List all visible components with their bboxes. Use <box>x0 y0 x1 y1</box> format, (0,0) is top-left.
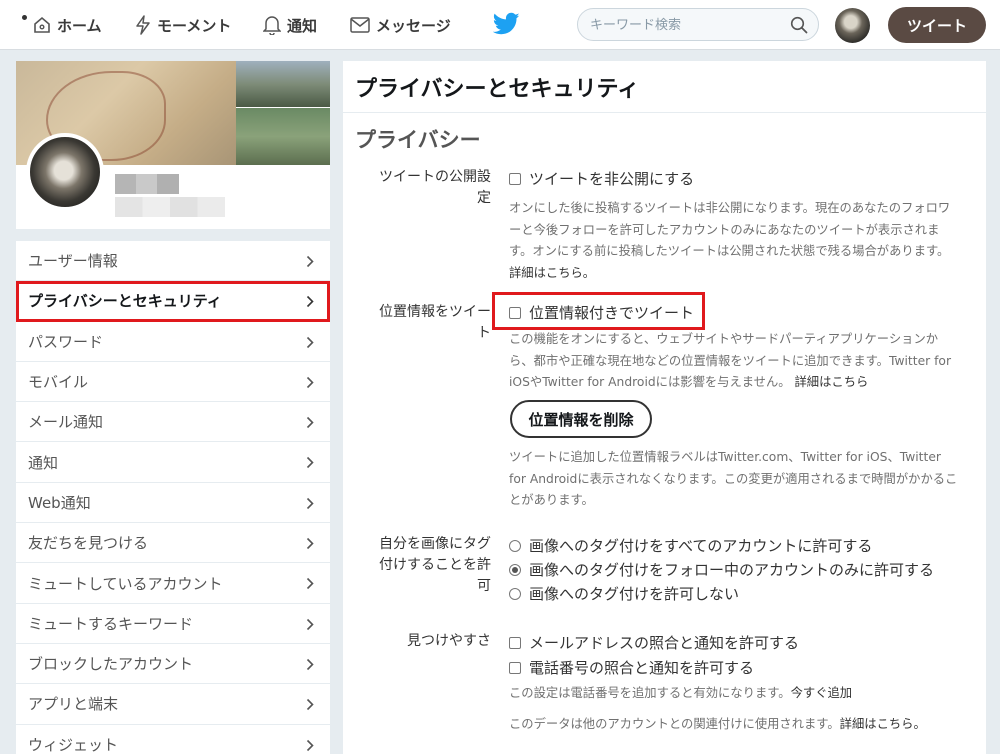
learn-more-link[interactable]: 詳細はこちら。 <box>840 717 926 731</box>
photo-tagging-label: 自分を画像にタグ 付けすることを許 可 <box>379 536 491 594</box>
checkbox[interactable] <box>509 636 521 649</box>
section-title-privacy: プライバシー <box>355 128 481 152</box>
sidebar-item-apps-devices[interactable]: アプリと端末 <box>16 684 330 725</box>
sidebar-item-label: ユーザー情報 <box>28 252 118 271</box>
nav-moments-label: モーメント <box>157 16 232 35</box>
learn-more-link[interactable]: 詳細はこちら <box>795 375 869 389</box>
sidebar-item-account[interactable]: ユーザー情報 <box>16 241 330 282</box>
chevron-right-icon <box>306 578 314 590</box>
tweet-with-location-checkbox[interactable]: 位置情報付きでツイート <box>509 302 694 323</box>
blurred-username <box>115 197 225 217</box>
chevron-right-icon <box>306 336 314 348</box>
twitter-bird-icon[interactable] <box>493 12 520 36</box>
banner-photo-people <box>236 108 330 165</box>
profile-avatar[interactable] <box>26 133 104 211</box>
chevron-right-icon <box>306 497 314 509</box>
sidebar-item-label: ミュートしているアカウント <box>28 574 223 593</box>
sidebar-item-web-notifications[interactable]: Web通知 <box>16 483 330 524</box>
radio-button[interactable] <box>509 587 521 600</box>
account-avatar[interactable] <box>835 8 870 43</box>
phone-discoverability-checkbox[interactable]: 電話番号の照合と通知を許可する <box>509 657 754 678</box>
sidebar-item-label: メール通知 <box>28 413 104 432</box>
chevron-right-icon <box>306 618 314 630</box>
photo-tagging-option-none[interactable]: 画像へのタグ付けを許可しない <box>509 583 739 604</box>
nav-messages-label: メッセージ <box>376 16 451 35</box>
chevron-right-icon <box>306 538 314 550</box>
lightning-icon <box>136 15 150 35</box>
search-icon[interactable] <box>790 16 808 34</box>
sidebar-item-notifications[interactable]: 通知 <box>16 442 330 483</box>
delete-location-description: ツイートに追加した位置情報ラベルはTwitter.com、Twitter for… <box>509 450 958 507</box>
settings-menu: ユーザー情報 プライバシーとセキュリティ パスワード モバイル メール通知 通知… <box>16 241 330 754</box>
chevron-right-icon <box>306 296 314 308</box>
radio-button[interactable] <box>509 539 521 552</box>
top-navigation-bar: ホーム モーメント 通知 メッセージ ツイート <box>0 0 1000 50</box>
photo-tagging-option-following[interactable]: 画像へのタグ付けをフォロー中のアカウントのみに許可する <box>509 559 934 580</box>
sidebar-item-mobile[interactable]: モバイル <box>16 362 330 403</box>
delete-location-button[interactable]: 位置情報を削除 <box>510 400 652 438</box>
protect-tweets-checkbox[interactable]: ツイートを非公開にする <box>509 168 694 189</box>
chevron-right-icon <box>306 658 314 671</box>
checkbox[interactable] <box>509 306 521 319</box>
sidebar-item-muted-keywords[interactable]: ミュートするキーワード <box>16 604 330 644</box>
chevron-right-icon <box>306 255 314 268</box>
tweet-privacy-label: ツイートの公開設 定 <box>379 169 491 206</box>
search-input[interactable] <box>590 14 780 36</box>
sidebar-item-label: 友だちを見つける <box>28 534 149 553</box>
sidebar-item-label: Web通知 <box>28 493 91 512</box>
sidebar-item-label: モバイル <box>28 373 89 392</box>
radio-button-selected[interactable] <box>509 563 521 576</box>
sidebar-item-password[interactable]: パスワード <box>16 322 330 362</box>
search-box[interactable] <box>577 8 819 41</box>
nav-messages[interactable]: メッセージ <box>350 0 451 50</box>
sidebar-item-label: アプリと端末 <box>28 695 119 714</box>
protect-tweets-label: ツイートを非公開にする <box>529 170 695 188</box>
photo-tagging-option-anyone[interactable]: 画像へのタグ付けをすべてのアカウントに許可する <box>509 535 872 556</box>
checkbox[interactable] <box>509 661 521 674</box>
chevron-right-icon <box>306 417 314 429</box>
nav-notifications-label: 通知 <box>287 16 318 35</box>
sidebar-item-label: 通知 <box>28 453 59 472</box>
nav-home[interactable]: ホーム <box>33 0 102 50</box>
sidebar-item-muted-accounts[interactable]: ミュートしているアカウント <box>16 563 330 604</box>
profile-card <box>16 61 330 229</box>
sidebar-item-privacy-security[interactable]: プライバシーとセキュリティ <box>16 281 330 322</box>
sidebar-item-widgets[interactable]: ウィジェット <box>16 725 330 754</box>
sidebar-item-email-notifications[interactable]: メール通知 <box>16 402 330 443</box>
nav-notifications[interactable]: 通知 <box>263 0 317 50</box>
data-usage-note: このデータは他のアカウントとの関連付けに使用されます。詳細はこちら。 <box>509 717 926 731</box>
checkbox[interactable] <box>509 172 521 185</box>
protect-tweets-description: オンにした後に投稿するツイートは非公開になります。現在のあなたのフォロワーと今後… <box>509 201 951 280</box>
location-label: 位置情報をツイー ト <box>379 304 491 341</box>
sidebar-item-blocked-accounts[interactable]: ブロックしたアカウント <box>16 644 330 685</box>
sidebar-item-label: ミュートするキーワード <box>28 614 194 633</box>
sidebar-item-find-friends[interactable]: 友だちを見つける <box>16 523 330 564</box>
sidebar-item-label: ウィジェット <box>28 735 119 754</box>
nav-moments[interactable]: モーメント <box>135 0 231 50</box>
chevron-right-icon <box>306 739 314 751</box>
sidebar-item-label: プライバシーとセキュリティ <box>28 292 222 311</box>
sidebar-item-label: ブロックしたアカウント <box>28 655 194 674</box>
discoverability-label: 見つけやすさ <box>407 633 491 649</box>
location-description: この機能をオンにすると、ウェブサイトやサードパーティアプリケーションから、都市や… <box>509 332 952 389</box>
settings-panel: プライバシーとセキュリティ プライバシー ツイートの公開設 定 ツイートを非公開… <box>343 61 986 754</box>
chevron-right-icon <box>306 457 314 469</box>
phone-note: この設定は電話番号を追加すると有効になります。今すぐ追加 <box>509 686 853 700</box>
home-icon <box>34 16 50 33</box>
sidebar-item-label: パスワード <box>28 332 104 351</box>
tweet-with-location-label: 位置情報付きでツイート <box>529 304 695 322</box>
chevron-right-icon <box>306 699 314 711</box>
tweet-button[interactable]: ツイート <box>888 7 986 43</box>
add-now-link[interactable]: 今すぐ追加 <box>791 686 853 700</box>
bell-icon <box>263 16 281 35</box>
nav-home-label: ホーム <box>57 16 102 35</box>
learn-more-link[interactable]: 詳細はこちら。 <box>509 266 595 280</box>
notification-dot <box>22 15 27 20</box>
email-discoverability-checkbox[interactable]: メールアドレスの照合と通知を許可する <box>509 632 799 653</box>
envelope-icon <box>350 17 370 33</box>
blurred-display-name <box>115 174 179 194</box>
page-title: プライバシーとセキュリティ <box>343 61 986 113</box>
banner-photo-street <box>236 61 330 107</box>
chevron-right-icon <box>306 376 314 388</box>
